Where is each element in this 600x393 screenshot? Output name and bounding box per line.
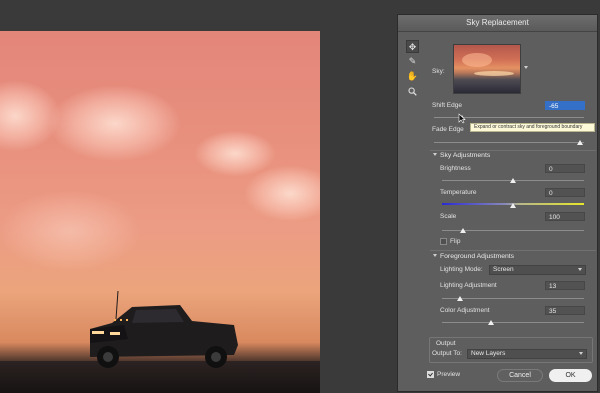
scale-value[interactable]: 100 — [545, 212, 585, 221]
pickup-truck — [90, 290, 238, 368]
temperature-label: Temperature — [440, 189, 477, 196]
scale-label: Scale — [440, 213, 457, 220]
cloud — [195, 131, 275, 176]
preview-label: Preview — [437, 371, 461, 378]
sky-adjustments-header[interactable]: Sky Adjustments — [433, 152, 490, 159]
lighting-adjustment-slider[interactable] — [457, 296, 463, 301]
brightness-slider[interactable] — [510, 178, 516, 183]
fade-edge-slider[interactable] — [577, 140, 583, 145]
preview-checkbox[interactable] — [427, 371, 434, 378]
lighting-adjustment-track — [442, 298, 584, 299]
sky-adjustments-divider — [430, 150, 596, 151]
ok-button[interactable]: OK — [549, 369, 592, 382]
lighting-mode-label: Lighting Mode: — [440, 266, 483, 273]
hand-icon[interactable]: ✋ — [406, 70, 419, 83]
cloud — [0, 191, 140, 271]
dialog-title: Sky Replacement — [398, 15, 597, 32]
output-to-label: Output To: — [432, 350, 462, 357]
lighting-mode-select[interactable]: Screen — [489, 265, 586, 275]
foreground-adjustments-divider — [430, 250, 596, 251]
zoom-icon[interactable] — [406, 85, 419, 98]
chevron-down-icon — [433, 254, 437, 257]
color-adjustment-track — [442, 322, 584, 323]
color-adjustment-slider[interactable] — [488, 320, 494, 325]
fade-edge-label: Fade Edge — [432, 126, 464, 133]
flip-checkbox[interactable] — [440, 238, 447, 245]
color-adjustment-value[interactable]: 35 — [545, 306, 585, 315]
chevron-down-icon — [578, 268, 582, 271]
shift-edge-value[interactable]: -65 — [545, 101, 585, 110]
temperature-slider[interactable] — [510, 203, 516, 208]
brightness-value[interactable]: 0 — [545, 164, 585, 173]
lighting-adjustment-label: Lighting Adjustment — [440, 282, 497, 289]
chevron-down-icon — [579, 352, 583, 355]
shift-edge-track — [434, 117, 584, 118]
temperature-value[interactable]: 0 — [545, 188, 585, 197]
color-adjustment-label: Color Adjustment — [440, 307, 490, 314]
shift-edge-label: Shift Edge — [432, 102, 462, 109]
cloud — [50, 86, 180, 161]
fade-edge-track — [434, 142, 584, 143]
lighting-adjustment-value[interactable]: 13 — [545, 281, 585, 290]
cursor-icon — [458, 113, 466, 124]
output-to-select[interactable]: New Layers — [467, 349, 587, 359]
chevron-down-icon — [433, 153, 437, 156]
foreground-adjustments-header[interactable]: Foreground Adjustments — [433, 253, 514, 260]
cloud — [245, 166, 320, 221]
brightness-label: Brightness — [440, 165, 471, 172]
sky-preset-thumbnail[interactable] — [453, 44, 521, 94]
cancel-button[interactable]: Cancel — [497, 369, 543, 382]
sky-brush-icon[interactable]: ✎ — [406, 55, 419, 68]
move-icon[interactable]: ✥ — [406, 40, 419, 53]
flip-label: Flip — [450, 238, 461, 245]
sky-label: Sky: — [432, 68, 445, 75]
tooltip: Expand or contract sky and foreground bo… — [470, 123, 595, 132]
output-title: Output — [436, 340, 456, 347]
sky-preset-dropdown-icon[interactable] — [524, 66, 528, 69]
document-canvas[interactable] — [0, 31, 320, 393]
scale-slider[interactable] — [460, 228, 466, 233]
